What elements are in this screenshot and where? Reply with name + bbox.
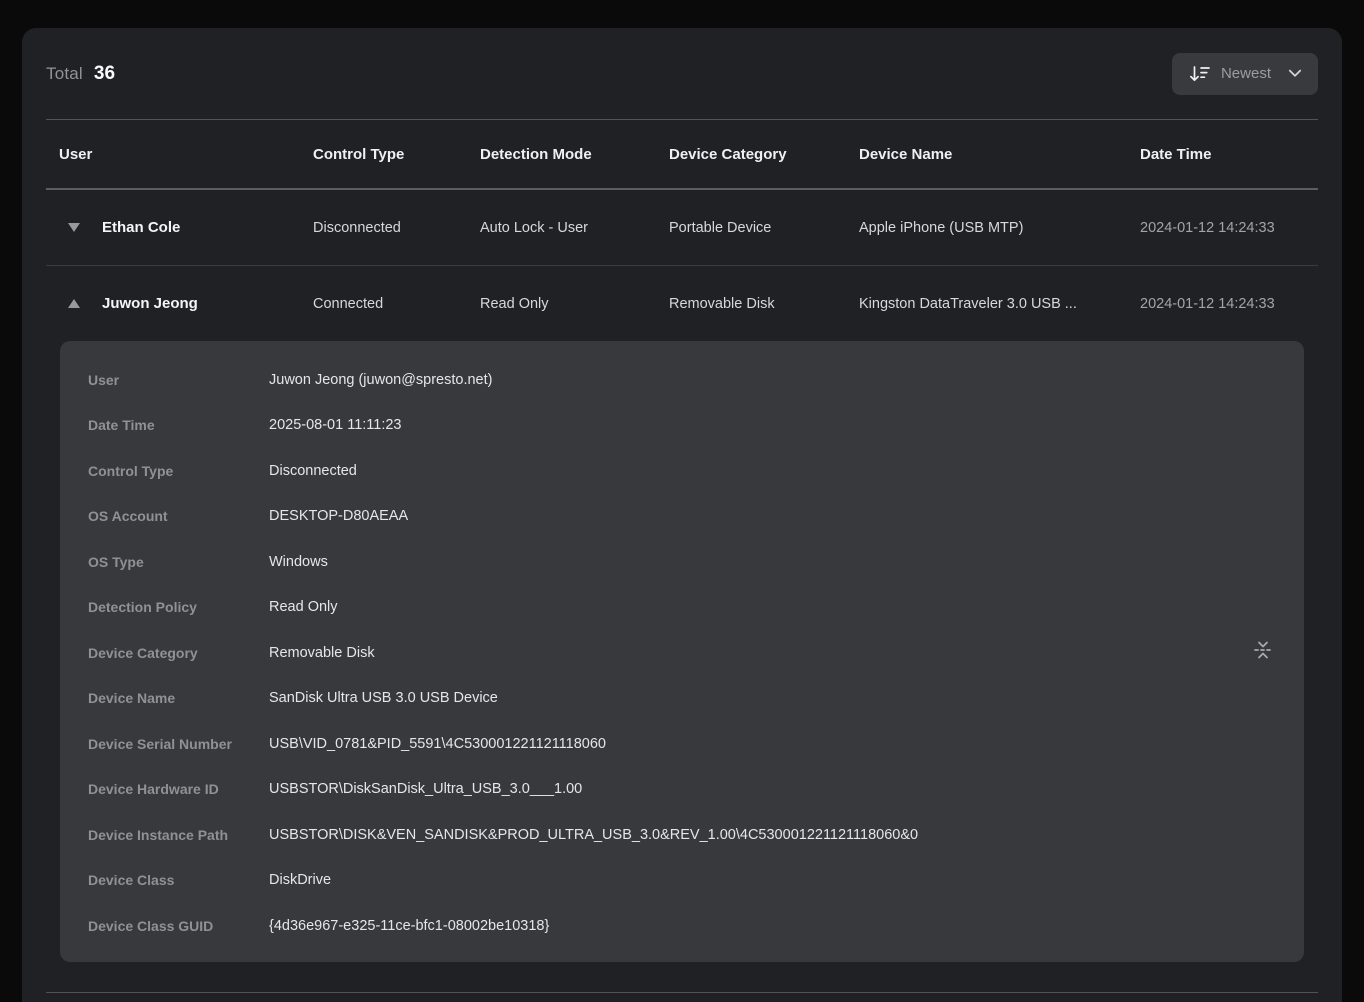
detail-label: Device Class GUID [88,918,269,934]
control-type-cell: Disconnected [313,220,480,236]
collapse-toggle-button[interactable] [67,299,81,308]
detail-value: Windows [269,554,328,570]
detail-value: Removable Disk [269,645,375,661]
detail-value: USBSTOR\DiskSanDisk_Ultra_USB_3.0___1.00 [269,781,582,797]
detail-value: {4d36e967-e325-11ce-bfc1-08002be10318} [269,918,549,934]
expand-toggle-button[interactable] [67,223,81,232]
device-log-card: Total 36 Newest [22,28,1342,1002]
column-header-device-category: Device Category [669,146,859,163]
device-name-cell: Apple iPhone (USB MTP) [859,220,1140,236]
detail-field: Device CategoryRemovable Disk [88,630,1304,676]
detail-panel: UserJuwon Jeong (juwon@spresto.net) Date… [60,341,1304,962]
detail-label: Device Serial Number [88,736,269,752]
detail-value: DESKTOP-D80AEAA [269,508,408,524]
column-header-date-time: Date Time [1140,146,1318,163]
detail-value: Juwon Jeong (juwon@spresto.net) [269,372,492,388]
detail-field: Device ClassDiskDrive [88,858,1304,904]
detail-value: SanDisk Ultra USB 3.0 USB Device [269,690,498,706]
detail-field: OS AccountDESKTOP-D80AEAA [88,494,1304,540]
chevron-down-icon [1288,69,1302,78]
detail-label: Device Class [88,872,269,888]
caret-up-icon [68,299,80,308]
detail-value: USB\VID_0781&PID_5591\4C5300012211211180… [269,736,606,752]
detail-field: Device Serial NumberUSB\VID_0781&PID_559… [88,721,1304,767]
detail-field: Device Hardware IDUSBSTOR\DiskSanDisk_Ul… [88,767,1304,813]
detail-value: Disconnected [269,463,357,479]
total-count: Total 36 [46,63,115,85]
date-time-cell: 2024-01-12 14:24:33 [1140,296,1318,312]
detail-field: Device Instance PathUSBSTOR\DISK&VEN_SAN… [88,812,1304,858]
user-cell: Juwon Jeong [46,295,313,312]
detail-field: UserJuwon Jeong (juwon@spresto.net) [88,357,1304,403]
device-name-cell: Kingston DataTraveler 3.0 USB ... [859,296,1140,312]
detection-mode-cell: Read Only [480,296,669,312]
date-time-cell: 2024-01-12 14:24:33 [1140,220,1318,236]
table-header: User Control Type Detection Mode Device … [46,119,1318,190]
detail-label: OS Type [88,554,269,570]
detail-field: OS TypeWindows [88,539,1304,585]
bottom-divider [46,992,1318,993]
detail-label: Device Name [88,690,269,706]
detail-value: Read Only [269,599,338,615]
detail-field: Device NameSanDisk Ultra USB 3.0 USB Dev… [88,676,1304,722]
sort-descending-icon [1188,64,1211,84]
user-cell: Ethan Cole [46,219,313,236]
table-row[interactable]: Juwon Jeong Connected Read Only Removabl… [46,265,1318,341]
detail-label: Device Hardware ID [88,781,269,797]
total-label: Total [46,64,83,84]
column-header-control-type: Control Type [313,146,480,163]
detection-mode-cell: Auto Lock - User [480,220,669,236]
detail-label: User [88,372,269,388]
detail-label: Date Time [88,417,269,433]
collapse-panel-button[interactable] [1250,638,1276,664]
caret-down-icon [68,223,80,232]
detail-value: USBSTOR\DISK&VEN_SANDISK&PROD_ULTRA_USB_… [269,827,918,843]
detail-label: Detection Policy [88,599,269,615]
detail-label: Device Category [88,645,269,661]
detail-field: Device Class GUID{4d36e967-e325-11ce-bfc… [88,903,1304,949]
sort-dropdown-button[interactable]: Newest [1172,53,1318,95]
user-name: Juwon Jeong [102,295,198,312]
detail-field: Date Time2025-08-01 11:11:23 [88,403,1304,449]
detail-field: Control TypeDisconnected [88,448,1304,494]
detail-label: OS Account [88,508,269,524]
device-category-cell: Removable Disk [669,296,859,312]
detail-value: DiskDrive [269,872,331,888]
collapse-vertical-icon [1250,637,1276,666]
user-name: Ethan Cole [102,219,180,236]
detail-label: Control Type [88,463,269,479]
detail-label: Device Instance Path [88,827,269,843]
detail-field: Detection PolicyRead Only [88,585,1304,631]
control-type-cell: Connected [313,296,480,312]
column-header-user: User [46,146,313,163]
column-header-device-name: Device Name [859,146,1140,163]
column-header-detection-mode: Detection Mode [480,146,669,163]
page-background: Total 36 Newest [0,0,1364,1002]
card-header: Total 36 Newest [46,28,1318,119]
total-value: 36 [94,63,115,85]
device-category-cell: Portable Device [669,220,859,236]
sort-selected-value: Newest [1221,65,1271,82]
detail-value: 2025-08-01 11:11:23 [269,417,402,433]
table-row[interactable]: Ethan Cole Disconnected Auto Lock - User… [46,190,1318,265]
